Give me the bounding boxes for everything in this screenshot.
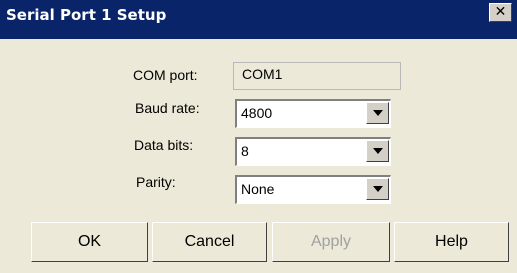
baud-rate-select[interactable]: 4800 — [235, 99, 391, 128]
serial-port-setup-dialog: Serial Port 1 Setup ✕ COM port: COM1 Bau… — [0, 0, 517, 273]
com-port-field: COM1 — [233, 62, 401, 90]
close-icon: ✕ — [494, 4, 507, 20]
parity-dropdown-icon[interactable] — [366, 178, 389, 200]
title-bar: Serial Port 1 Setup ✕ — [0, 0, 517, 39]
data-bits-value: 8 — [241, 143, 249, 159]
apply-button[interactable]: Apply — [272, 222, 390, 262]
dialog-title: Serial Port 1 Setup — [6, 6, 167, 24]
parity-select[interactable]: None — [235, 175, 391, 204]
baud-rate-dropdown-icon[interactable] — [366, 102, 389, 124]
data-bits-label: Data bits: — [134, 137, 194, 153]
close-button[interactable]: ✕ — [489, 3, 512, 22]
ok-button[interactable]: OK — [31, 222, 148, 262]
baud-rate-value: 4800 — [241, 105, 273, 121]
parity-label: Parity: — [136, 174, 176, 190]
parity-value: None — [241, 181, 275, 197]
data-bits-select[interactable]: 8 — [235, 137, 391, 166]
com-port-label: COM port: — [133, 67, 198, 83]
help-button[interactable]: Help — [394, 222, 509, 262]
baud-rate-label: Baud rate: — [135, 100, 200, 116]
data-bits-dropdown-icon[interactable] — [366, 140, 389, 162]
cancel-button[interactable]: Cancel — [152, 222, 267, 262]
